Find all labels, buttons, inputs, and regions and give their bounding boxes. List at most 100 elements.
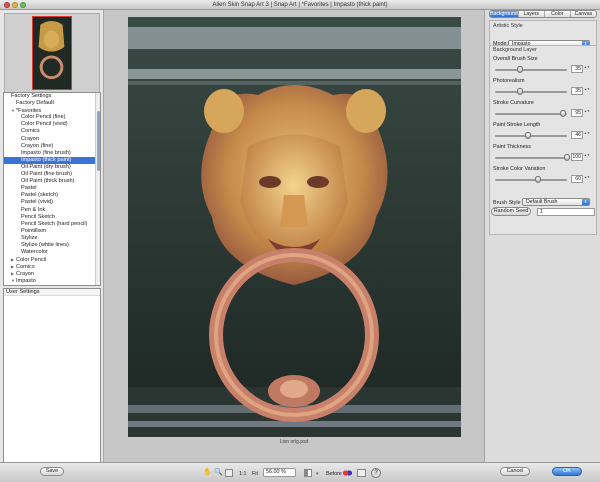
preset-item[interactable]: Oil Paint (fine brush)	[4, 171, 100, 178]
preset-item[interactable]: Pastel (sketch)	[4, 192, 100, 199]
preset-item-label: Crayon	[16, 271, 35, 278]
slider-track[interactable]	[495, 154, 570, 161]
presets-scrollbar[interactable]	[95, 93, 100, 285]
settings-tabs: Background Layers Color Canvas	[489, 10, 597, 18]
slider-track[interactable]	[495, 176, 567, 183]
random-seed-button[interactable]: Random Seed	[491, 207, 531, 216]
preset-item-label: Pencil Sketch	[21, 213, 55, 220]
preset-item[interactable]: Crayon (fine)	[4, 143, 100, 150]
zoom-level-select[interactable]: 56.00 %	[263, 468, 296, 477]
minimize-window-button[interactable]	[12, 2, 18, 8]
tab-layers[interactable]: Layers	[519, 11, 545, 17]
window-title: Alien Skin Snap Art 3 | Snap Art | *Favo…	[212, 2, 388, 8]
slider-value-field[interactable]: 100	[571, 153, 583, 161]
random-seed-field[interactable]: 1	[537, 208, 595, 216]
slider-stepper-icon[interactable]: ▲▼	[584, 153, 590, 161]
preset-item[interactable]: Crayon	[4, 136, 100, 143]
left-panel: Factory Settings Factory Default ▼*Favorit…	[0, 10, 104, 466]
preset-item-label: Pen & Ink	[21, 206, 46, 213]
preset-item[interactable]: ▶ Crayon	[4, 270, 100, 277]
preset-item[interactable]: Oil Paint (dry brush)	[4, 164, 100, 171]
split-view-icon[interactable]	[304, 469, 312, 477]
preset-item-label: Color Pencil (fine)	[21, 114, 66, 121]
navigator-viewport-frame[interactable]	[32, 16, 72, 90]
slider-track[interactable]	[495, 132, 567, 139]
preset-item[interactable]: Oil Paint (thick brush)	[4, 178, 100, 185]
preset-item[interactable]: Factory Default	[4, 100, 100, 107]
ok-button[interactable]: OK	[552, 467, 582, 476]
preset-item[interactable]: ▶ Color Pencil	[4, 256, 100, 263]
preview-navigator[interactable]	[4, 13, 100, 93]
slider-thumb[interactable]	[525, 132, 532, 139]
slider-thumb[interactable]	[564, 154, 570, 161]
slider-value-field[interactable]: 95	[571, 109, 583, 117]
preset-item[interactable]: Stylize	[4, 235, 100, 242]
slider-value-field[interactable]: 60	[571, 175, 583, 183]
save-button[interactable]: Save	[40, 467, 64, 476]
tab-canvas[interactable]: Canvas	[571, 11, 596, 17]
preset-item[interactable]: Stylize (white lines)	[4, 242, 100, 249]
slider-thumb[interactable]	[517, 66, 524, 73]
split-dropdown-icon[interactable]: ▾	[316, 470, 319, 478]
bottom-toolbar: Save ✋ 🔍 1:1 Fit 56.00 % ▾ Before ? Canc…	[0, 462, 600, 482]
preset-item[interactable]: ▼*Favorites	[4, 107, 100, 114]
slider-label: Stroke Color Variation	[493, 166, 546, 172]
zoom-1to1-button[interactable]: 1:1	[239, 470, 247, 478]
brush-style-select[interactable]: Default Brush ⇕	[522, 198, 590, 206]
slider-label: Photorealism	[493, 78, 525, 84]
preset-item[interactable]: Impasto (thick paint)	[4, 156, 100, 164]
preset-item[interactable]: Pencil Sketch	[4, 214, 100, 221]
fit-button[interactable]: Fit	[252, 470, 258, 478]
hand-tool-icon[interactable]: ✋	[203, 469, 212, 477]
color-compare-icon[interactable]	[343, 469, 352, 477]
preset-item[interactable]: Comics	[4, 128, 100, 135]
tab-color[interactable]: Color	[545, 11, 571, 17]
user-settings-header: User Settings	[4, 289, 100, 296]
presets-scroll-thumb[interactable]	[97, 111, 100, 171]
preset-item[interactable]: ▶ Comics	[4, 263, 100, 270]
tab-background[interactable]: Background	[490, 11, 519, 17]
slider-stepper-icon[interactable]: ▲▼	[584, 87, 590, 95]
slider-value-field[interactable]: 35	[571, 65, 583, 73]
slider-stepper-icon[interactable]: ▲▼	[584, 175, 590, 183]
preset-item[interactable]: Color Pencil (vivid)	[4, 121, 100, 128]
slider-track[interactable]	[495, 66, 567, 73]
preset-item[interactable]: ▼Impasto	[4, 277, 100, 284]
presets-tree[interactable]: Factory Settings Factory Default ▼*Favorit…	[3, 92, 101, 286]
compare-view-icon[interactable]	[225, 469, 233, 477]
slider-thumb[interactable]	[517, 88, 524, 95]
close-window-button[interactable]	[4, 2, 10, 8]
preset-item[interactable]: Pastel (vivid)	[4, 199, 100, 206]
preset-item[interactable]: Pencil Sketch (hard pencil)	[4, 221, 100, 228]
cancel-button[interactable]: Cancel	[500, 467, 530, 476]
settings-panel: Background Layers Color Canvas Artistic …	[484, 10, 600, 462]
slider-label: Stroke Curvature	[493, 100, 534, 106]
preset-item-label: Stylize (white lines)	[21, 241, 69, 248]
slider-value-field[interactable]: 46	[571, 131, 583, 139]
zoom-window-button[interactable]	[20, 2, 26, 8]
preset-item-label: Pastel (sketch)	[21, 192, 58, 199]
preset-item[interactable]: Pastel	[4, 185, 100, 192]
preset-item[interactable]: Pointillism	[4, 228, 100, 235]
preview-image[interactable]	[128, 17, 461, 437]
slider-stepper-icon[interactable]: ▲▼	[584, 65, 590, 73]
user-settings-list[interactable]: User Settings	[3, 288, 101, 466]
preset-item[interactable]: *Default	[4, 285, 100, 286]
slider-thumb[interactable]	[560, 110, 567, 117]
slider-track[interactable]	[495, 110, 567, 117]
before-button[interactable]: Before	[326, 470, 342, 478]
preset-item[interactable]: Watercolor	[4, 249, 100, 256]
preset-item[interactable]: Pen & Ink	[4, 207, 100, 214]
slider-stepper-icon[interactable]: ▲▼	[584, 109, 590, 117]
slider-value-field[interactable]: 35	[571, 87, 583, 95]
slider-thumb[interactable]	[535, 176, 542, 183]
preset-item[interactable]: Factory Settings	[4, 93, 100, 100]
slider-track[interactable]	[495, 88, 567, 95]
preset-item-label: Oil Paint (dry brush)	[21, 163, 71, 170]
zoom-tool-icon[interactable]: 🔍	[214, 469, 223, 477]
preset-item[interactable]: Impasto (fine brush)	[4, 150, 100, 157]
settings-icon[interactable]	[357, 469, 366, 477]
slider-stepper-icon[interactable]: ▲▼	[584, 131, 590, 139]
help-icon[interactable]: ?	[371, 468, 381, 478]
preset-item[interactable]: Color Pencil (fine)	[4, 114, 100, 121]
